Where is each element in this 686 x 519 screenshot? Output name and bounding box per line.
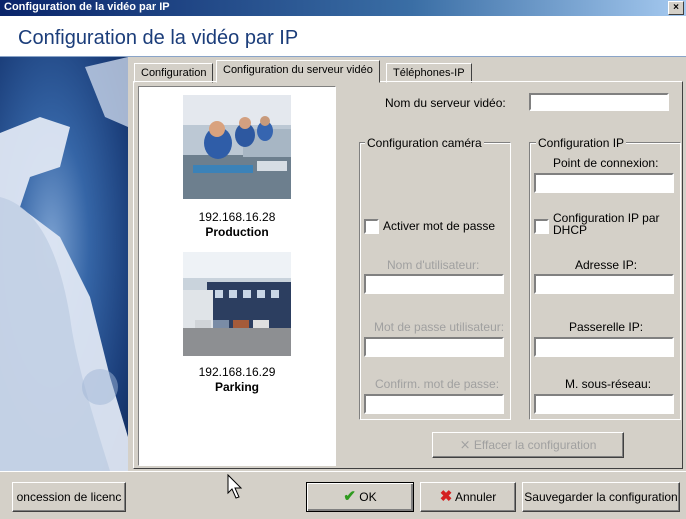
confirm-password-input[interactable] — [364, 394, 504, 414]
camera-name-production: Production — [205, 225, 269, 239]
camera-ip-parking: 192.168.16.29 — [198, 365, 276, 379]
tab-configuration[interactable]: Configuration — [134, 63, 214, 83]
username-label: Nom d'utilisateur: — [387, 258, 480, 272]
confirm-password-label: Confirm. mot de passe: — [375, 377, 500, 391]
username-input[interactable] — [364, 274, 504, 294]
subnet-mask-input[interactable] — [534, 394, 674, 414]
license-button[interactable]: oncession de licenc — [12, 482, 126, 512]
camera-name-parking: Parking — [214, 380, 259, 394]
camera-config-title: Configuration caméra — [365, 136, 484, 150]
wrench-graphic-icon — [0, 57, 128, 471]
dialog-header: Configuration de la vidéo par IP — [0, 16, 686, 57]
server-name-input[interactable] — [529, 93, 669, 111]
clear-config-label: Effacer la configuration — [473, 438, 597, 452]
decorative-side-image — [0, 57, 128, 471]
tab-video-server[interactable]: Configuration du serveur vidéo — [216, 60, 380, 83]
camera-ip-production: 192.168.16.28 — [198, 210, 276, 224]
user-password-input[interactable] — [364, 337, 504, 357]
mouse-cursor-icon — [227, 473, 243, 499]
dhcp-checkbox-label: Configuration IP par DHCP — [553, 211, 660, 237]
server-name-label: Nom du serveur vidéo: — [385, 96, 506, 110]
title-bar: Configuration de la vidéo par IP × — [0, 0, 686, 16]
cancel-button[interactable]: ✖ Annuler — [420, 482, 516, 512]
password-checkbox-label: Activer mot de passe — [383, 219, 496, 233]
camera-thumbnail-production[interactable] — [183, 95, 291, 199]
clear-icon: ⨯ — [459, 437, 471, 452]
password-checkbox[interactable] — [364, 219, 379, 234]
dialog-heading: Configuration de la vidéo par IP — [18, 27, 299, 49]
cancel-label: Annuler — [454, 490, 497, 504]
close-button[interactable]: × — [668, 1, 684, 15]
connection-point-input[interactable] — [534, 173, 674, 193]
dhcp-checkbox[interactable] — [534, 219, 549, 234]
gateway-label: Passerelle IP: — [569, 320, 644, 334]
ok-label: OK — [359, 490, 377, 504]
gateway-input[interactable] — [534, 337, 674, 357]
save-config-button[interactable]: Sauvegarder la configuration — [522, 482, 680, 512]
window-title: Configuration de la vidéo par IP — [4, 1, 170, 13]
ok-button[interactable]: ✔ OK — [306, 482, 414, 512]
connection-point-label: Point de connexion: — [553, 156, 659, 170]
cancel-x-icon: ✖ — [439, 488, 453, 505]
ip-address-label: Adresse IP: — [575, 258, 638, 272]
tab-ip-phones[interactable]: Téléphones-IP — [386, 63, 472, 83]
clear-config-button[interactable]: ⨯ Effacer la configuration — [432, 432, 624, 458]
ip-config-title: Configuration IP — [536, 136, 627, 150]
subnet-mask-label: M. sous-réseau: — [565, 377, 652, 391]
camera-list[interactable]: 192.168.16.28 Production 192.168.16.29 P… — [138, 86, 336, 466]
user-password-label: Mot de passe utilisateur: — [374, 320, 505, 334]
ip-address-input[interactable] — [534, 274, 674, 294]
camera-thumbnail-parking[interactable] — [183, 252, 291, 356]
check-icon: ✔ — [343, 488, 356, 505]
